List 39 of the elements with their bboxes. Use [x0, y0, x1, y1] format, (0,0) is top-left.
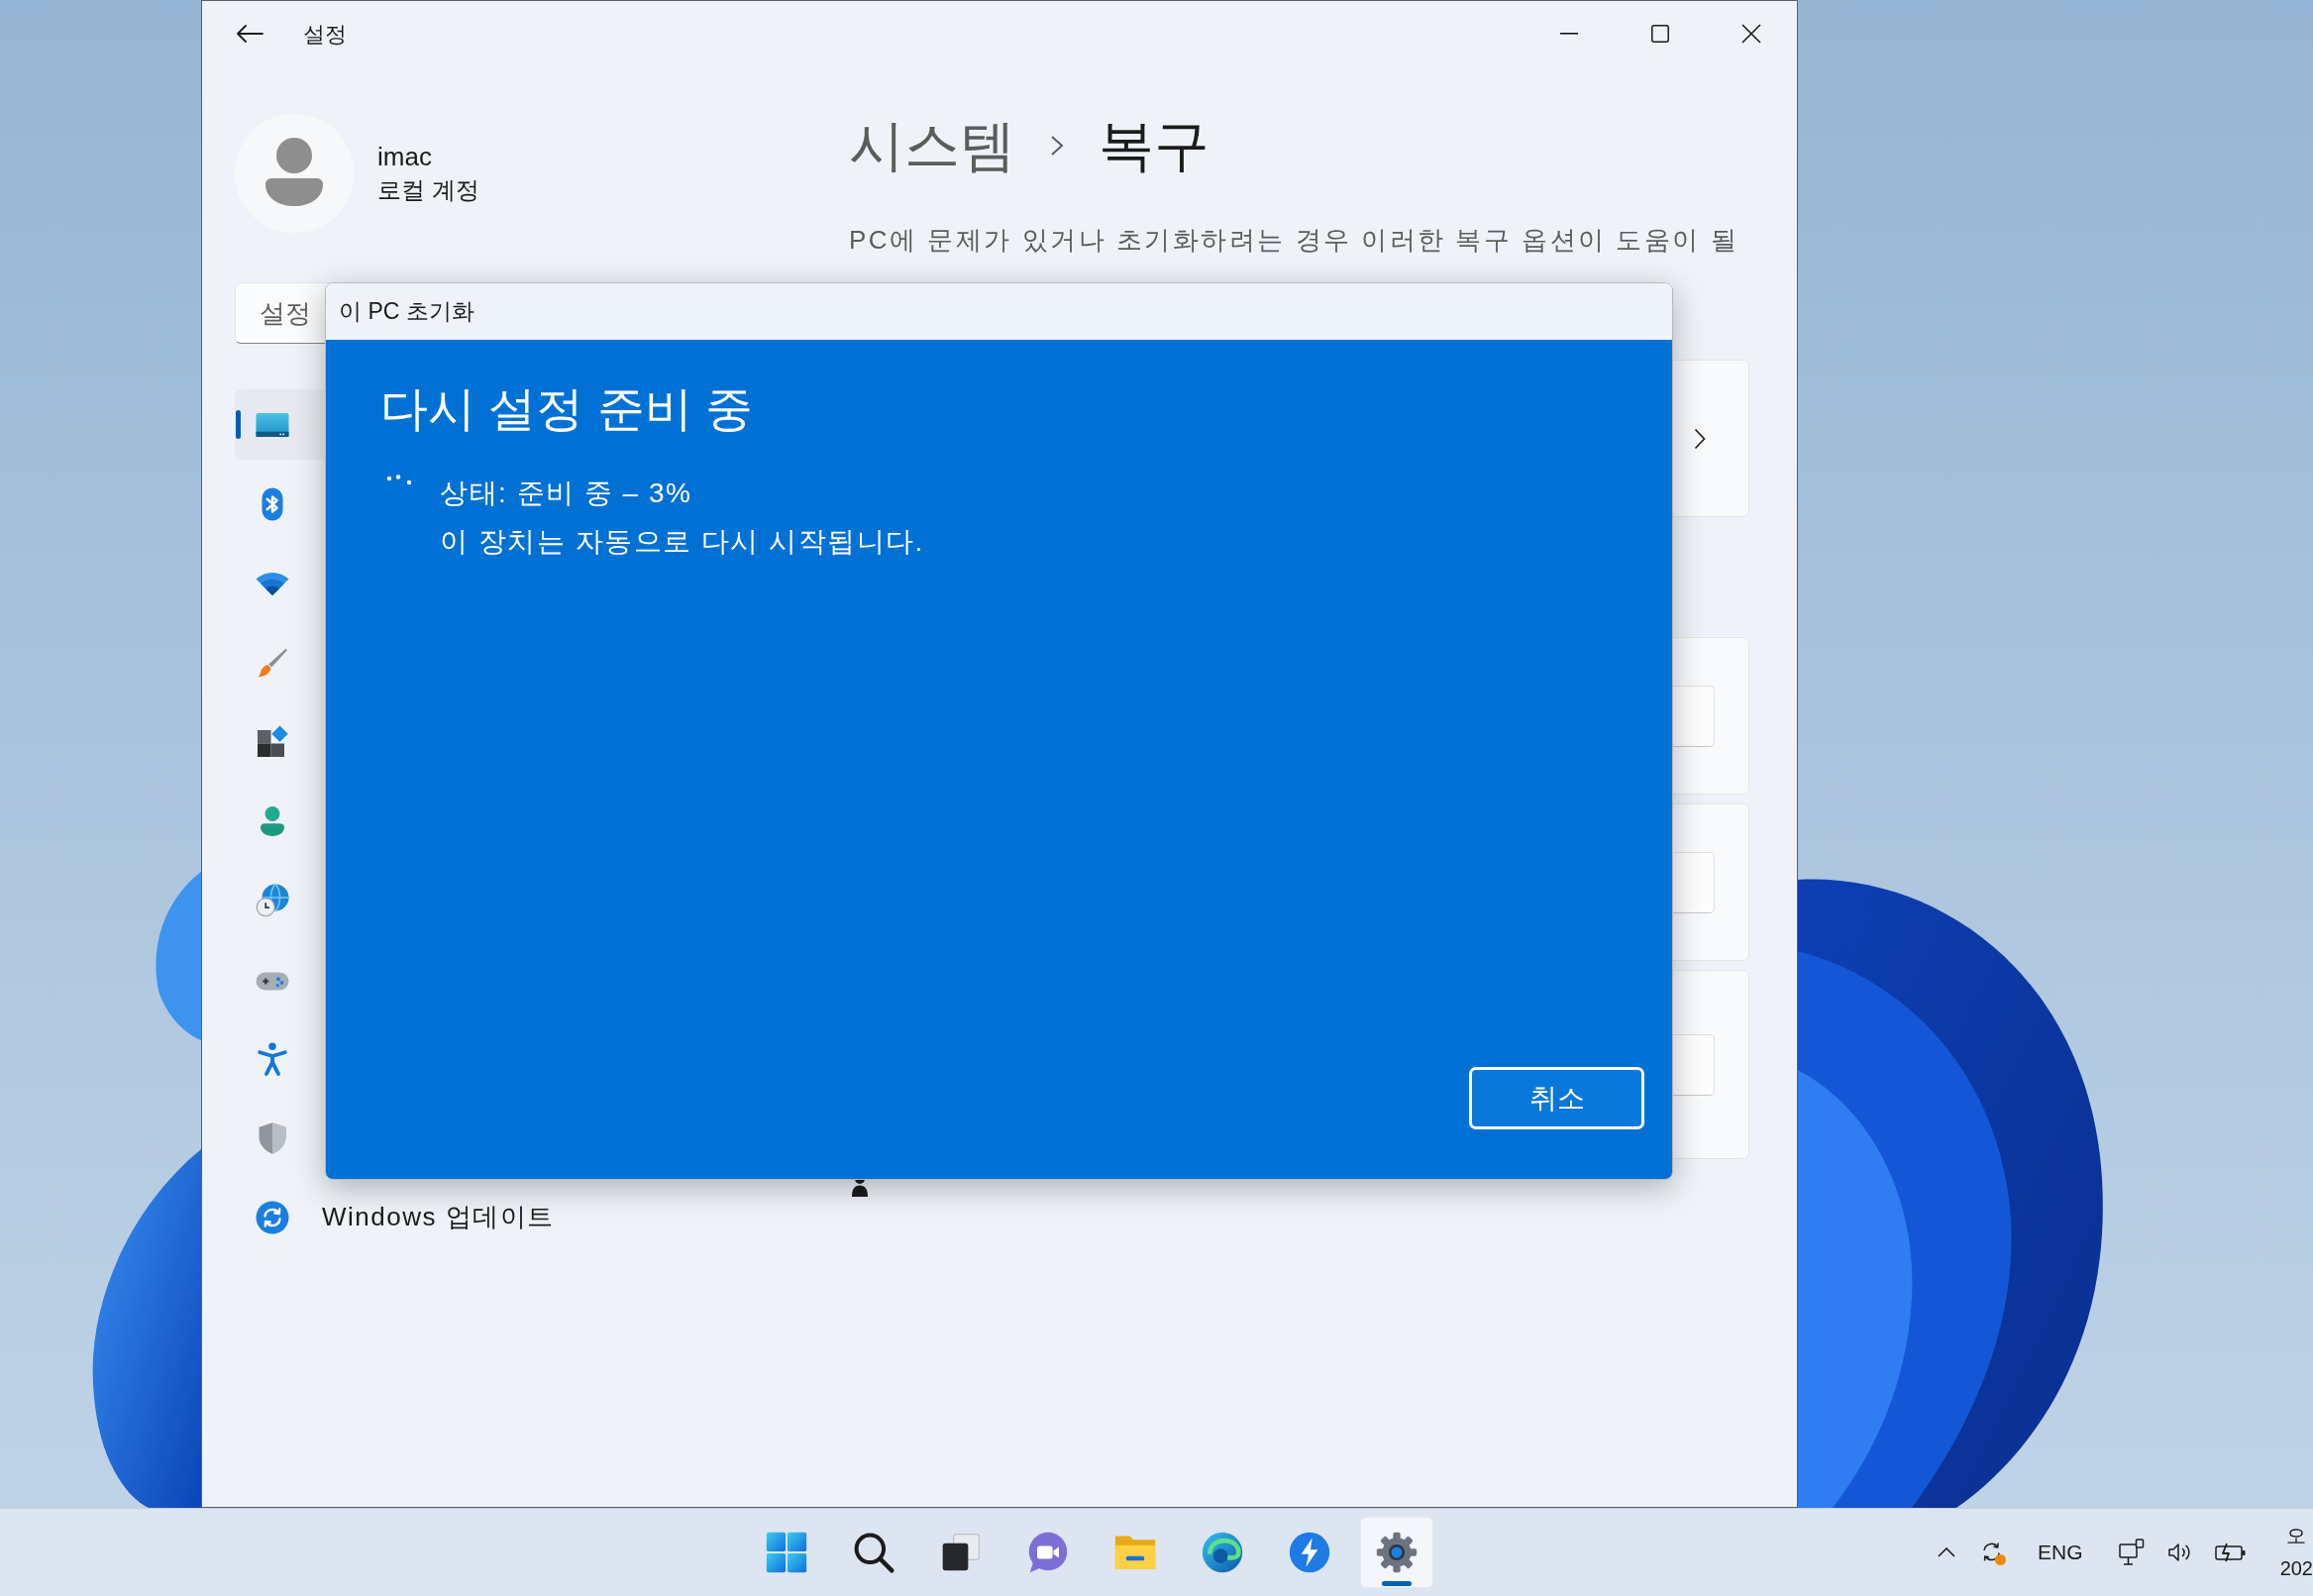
- video-chat-icon: [1026, 1531, 1070, 1574]
- clock-time[interactable]: 오: [2279, 1520, 2313, 1552]
- tiles-icon: [255, 723, 290, 760]
- speaker-icon[interactable]: [2166, 1542, 2193, 1563]
- selection-indicator: [236, 410, 241, 439]
- chevron-right-icon: [1050, 135, 1064, 157]
- cancel-button[interactable]: 취소: [1469, 1067, 1644, 1129]
- page-description: PC에 문제가 있거나 초기화하려는 경우 이러한 복구 옵션이 도움이 될: [849, 224, 1740, 257]
- battery-icon[interactable]: [2214, 1542, 2247, 1563]
- window-title: 설정: [303, 20, 347, 49]
- close-icon[interactable]: [1741, 24, 1761, 44]
- language-indicator[interactable]: ENG: [2038, 1537, 2083, 1568]
- dialog-heading: 다시 설정 준비 중: [380, 381, 754, 437]
- user-avatar-icon: [235, 114, 354, 233]
- minimize-icon[interactable]: [1560, 33, 1578, 35]
- chevron-right-icon: [1694, 427, 1706, 450]
- account-type: 로컬 계정: [377, 175, 479, 205]
- breadcrumb-link[interactable]: 시스템: [849, 110, 1015, 181]
- back-arrow-icon[interactable]: [236, 24, 263, 44]
- nav-item[interactable]: Windows 업데이트: [235, 1182, 720, 1252]
- clock-date[interactable]: 202: [2279, 1552, 2313, 1585]
- accessibility-icon: [255, 1040, 290, 1077]
- active-indicator: [1382, 1581, 1412, 1586]
- search-icon: [852, 1531, 895, 1574]
- start-icon: [765, 1531, 808, 1574]
- account-name: imac: [377, 141, 433, 173]
- sync-icon: [255, 1199, 290, 1235]
- status-text: 상태: 준비 중 – 3%: [440, 477, 693, 510]
- maximize-icon[interactable]: [1651, 25, 1669, 43]
- wired-network-icon[interactable]: [2118, 1539, 2145, 1566]
- spinner-icon: [386, 475, 413, 485]
- globe-clock-icon: [255, 882, 290, 918]
- lightning-icon: [1288, 1531, 1331, 1574]
- page-title: 복구: [1099, 113, 1209, 178]
- taskbar-button[interactable]: [1360, 1517, 1433, 1588]
- restart-message: 이 장치는 자동으로 다시 시작됩니다.: [440, 525, 924, 559]
- settings-icon: [1375, 1531, 1419, 1574]
- browser-icon: [1201, 1531, 1244, 1574]
- chevron-up-icon[interactable]: [1938, 1547, 1956, 1557]
